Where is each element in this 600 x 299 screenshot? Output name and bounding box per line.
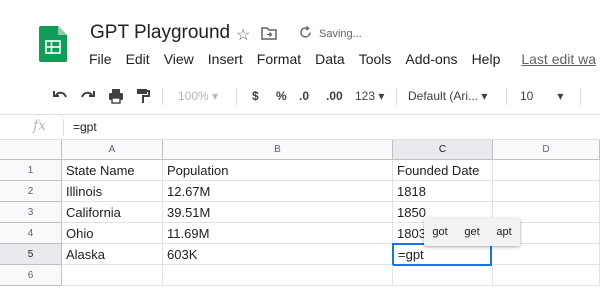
row-header-4[interactable]: 4	[0, 223, 62, 244]
decrease-decimal-button[interactable]: .0	[299, 78, 309, 114]
toolbar: 100% ▾ $ % .0 .00 123 ▾ Default (Ari... …	[0, 78, 600, 114]
decrease-decimal-label: .0	[299, 89, 310, 103]
suggestion-item[interactable]: get	[464, 226, 479, 238]
row-header-2[interactable]: 2	[0, 181, 62, 202]
cell-b1[interactable]: Population	[163, 160, 393, 181]
chevron-down-icon: ▾	[557, 89, 564, 103]
menu-tools[interactable]: Tools	[352, 51, 399, 71]
print-icon[interactable]	[108, 88, 124, 104]
saving-status: Saving...	[319, 28, 362, 40]
cell-a3[interactable]: California	[62, 202, 163, 223]
cell-a6[interactable]	[62, 265, 163, 286]
cell-d5[interactable]	[493, 244, 600, 265]
suggestion-item[interactable]: apt	[496, 226, 511, 238]
menu-data[interactable]: Data	[308, 51, 352, 71]
row-header-5[interactable]: 5	[0, 244, 62, 265]
cell-c2[interactable]: 1818	[393, 181, 493, 202]
column-header-c[interactable]: C	[393, 140, 493, 160]
column-header-b[interactable]: B	[163, 140, 393, 160]
toolbar-divider	[396, 88, 397, 105]
cell-d6[interactable]	[493, 265, 600, 286]
more-formats-button[interactable]: 123 ▾	[355, 78, 384, 114]
menu-edit[interactable]: Edit	[119, 51, 157, 71]
cell-d1[interactable]	[493, 160, 600, 181]
select-all-corner[interactable]	[0, 140, 62, 160]
column-header-d[interactable]: D	[493, 140, 600, 160]
undo-icon[interactable]	[52, 89, 68, 103]
more-formats-label: 123	[355, 89, 376, 103]
cell-a2[interactable]: Illinois	[62, 181, 163, 202]
move-folder-icon[interactable]	[261, 26, 277, 40]
cell-c6[interactable]	[393, 265, 493, 286]
cell-a1[interactable]: State Name	[62, 160, 163, 181]
cell-a4[interactable]: Ohio	[62, 223, 163, 244]
menu-help[interactable]: Help	[465, 51, 508, 71]
toolbar-divider	[236, 88, 237, 105]
formula-bar: fx =gpt	[0, 114, 600, 140]
last-edit-link[interactable]: Last edit wa	[507, 51, 600, 71]
chevron-down-icon: ▾	[378, 89, 385, 103]
font-size-value: 10	[520, 89, 534, 103]
percent-format-button[interactable]: %	[276, 78, 287, 114]
formula-input[interactable]: =gpt	[73, 120, 97, 134]
toolbar-divider	[580, 88, 581, 105]
paint-format-icon[interactable]	[136, 88, 150, 104]
menu-file[interactable]: File	[89, 51, 119, 71]
row-header-3[interactable]: 3	[0, 202, 62, 223]
zoom-value: 100%	[178, 89, 209, 103]
column-header-a[interactable]: A	[62, 140, 163, 160]
font-size-select[interactable]: 10 ▾	[520, 78, 563, 114]
toolbar-divider	[506, 88, 507, 105]
currency-format-button[interactable]: $	[252, 78, 259, 114]
toolbar-divider	[162, 88, 163, 105]
cell-b2[interactable]: 12.67M	[163, 181, 393, 202]
cell-b5[interactable]: 603K	[163, 244, 393, 265]
chevron-down-icon: ▾	[481, 89, 488, 103]
chevron-down-icon: ▾	[212, 89, 219, 103]
cell-a5[interactable]: Alaska	[62, 244, 163, 265]
cell-c1[interactable]: Founded Date	[393, 160, 493, 181]
fx-icon: fx	[33, 118, 47, 134]
cell-d2[interactable]	[493, 181, 600, 202]
font-family-select[interactable]: Default (Ari... ▾	[408, 78, 487, 114]
row-header-6[interactable]: 6	[0, 265, 62, 286]
zoom-select[interactable]: 100% ▾	[178, 78, 218, 114]
menu-insert[interactable]: Insert	[201, 51, 250, 71]
cell-b6[interactable]	[163, 265, 393, 286]
increase-decimal-label: .00	[326, 89, 343, 103]
cell-c5-editing[interactable]: =gpt	[392, 243, 492, 266]
redo-icon[interactable]	[80, 89, 96, 103]
google-sheets-logo-icon[interactable]	[39, 26, 67, 62]
increase-decimal-button[interactable]: .00	[326, 78, 343, 114]
suggestion-item[interactable]: got	[432, 226, 447, 238]
star-icon[interactable]: ☆	[236, 25, 250, 45]
menu-bar: File Edit View Insert Format Data Tools …	[89, 51, 600, 71]
menu-format[interactable]: Format	[250, 51, 308, 71]
row-header-1[interactable]: 1	[0, 160, 62, 181]
autocomplete-popup: got get apt	[424, 218, 520, 246]
formula-bar-divider	[63, 119, 64, 136]
document-title[interactable]: GPT Playground	[90, 22, 230, 44]
menu-view[interactable]: View	[157, 51, 201, 71]
cell-b4[interactable]: 11.69M	[163, 223, 393, 244]
menu-add-ons[interactable]: Add-ons	[398, 51, 464, 71]
sync-icon	[300, 26, 311, 38]
font-family-value: Default (Ari...	[408, 89, 479, 103]
cell-b3[interactable]: 39.51M	[163, 202, 393, 223]
